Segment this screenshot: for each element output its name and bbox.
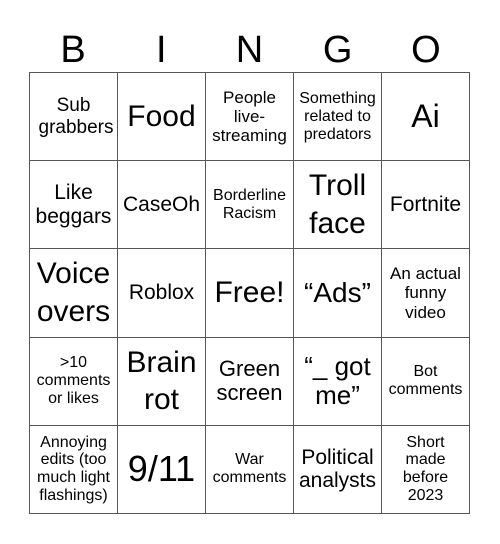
cell-text: Annoying edits (too much light flashings…	[37, 433, 110, 505]
header-letter-i: I	[156, 29, 167, 71]
bingo-cell[interactable]: Voice overs	[30, 249, 118, 338]
bingo-cell[interactable]: CaseOh	[118, 161, 206, 250]
cell-text: 9/11	[127, 448, 196, 490]
bingo-cell[interactable]: Bot comments	[382, 337, 470, 426]
bingo-cell[interactable]: Troll face	[294, 161, 382, 250]
bingo-cell[interactable]: “Ads”	[294, 249, 382, 338]
bingo-cell[interactable]: Annoying edits (too much light flashings…	[30, 425, 118, 514]
cell-text: Troll face	[308, 169, 367, 240]
cell-text: Voice overs	[36, 257, 111, 328]
cell-text: CaseOh	[122, 193, 201, 217]
cell-text: Fortnite	[389, 193, 462, 217]
cell-text: Borderline Racism	[213, 186, 286, 222]
cell-text: Food	[127, 99, 196, 133]
cell-text: Brain rot	[126, 345, 197, 417]
cell-text: Bot comments	[388, 363, 463, 399]
bingo-cell[interactable]: Sub grabbers	[30, 73, 118, 162]
cell-text: Like beggars	[35, 181, 112, 228]
cell-text: Free!	[214, 276, 285, 310]
bingo-cell[interactable]: Food	[118, 73, 206, 162]
bingo-cell[interactable]: Like beggars	[30, 161, 118, 250]
header-letter-n: N	[235, 29, 264, 71]
cell-text: >10 comments or likes	[36, 354, 111, 408]
bingo-cell[interactable]: Green screen	[206, 337, 294, 426]
bingo-cell[interactable]: >10 comments or likes	[30, 337, 118, 426]
bingo-cell[interactable]: Free!	[206, 249, 294, 338]
cell-text: Something related to predators	[299, 89, 376, 143]
header-letter-g: G	[322, 29, 353, 71]
bingo-cell[interactable]: Fortnite	[382, 161, 470, 250]
bingo-cell[interactable]: Roblox	[118, 249, 206, 338]
cell-text: Ai	[411, 97, 440, 134]
bingo-header: B I N G O	[29, 28, 470, 72]
bingo-cell[interactable]: War comments	[206, 425, 294, 514]
bingo-cell[interactable]: Political analysts	[294, 425, 382, 514]
bingo-cell[interactable]: Something related to predators	[294, 73, 382, 162]
bingo-cell[interactable]: People live-streaming	[206, 73, 294, 162]
bingo-cell[interactable]: Brain rot	[118, 337, 206, 426]
header-letter-o: O	[411, 29, 441, 71]
cell-text: Short made before 2023	[402, 433, 449, 505]
bingo-cell[interactable]: 9/11	[118, 425, 206, 514]
cell-text: People live-streaming	[212, 88, 287, 146]
cell-text: An actual funny video	[390, 264, 461, 322]
bingo-grid: Sub grabbers Food People live-streaming …	[29, 72, 470, 514]
bingo-cell[interactable]: Ai	[382, 73, 470, 162]
cell-text: Political analysts	[298, 445, 377, 493]
header-letter-b: B	[60, 29, 86, 71]
cell-text: Sub grabbers	[38, 95, 114, 138]
cell-text: War comments	[212, 451, 287, 487]
bingo-cell[interactable]: Short made before 2023	[382, 425, 470, 514]
bingo-cell[interactable]: An actual funny video	[382, 249, 470, 338]
bingo-cell[interactable]: Borderline Racism	[206, 161, 294, 250]
cell-text: Green screen	[216, 355, 283, 406]
bingo-cell[interactable]: “_ got me”	[294, 337, 382, 426]
cell-text: Roblox	[128, 281, 195, 305]
cell-text: “_ got me”	[304, 351, 371, 411]
cell-text: “Ads”	[304, 277, 371, 309]
